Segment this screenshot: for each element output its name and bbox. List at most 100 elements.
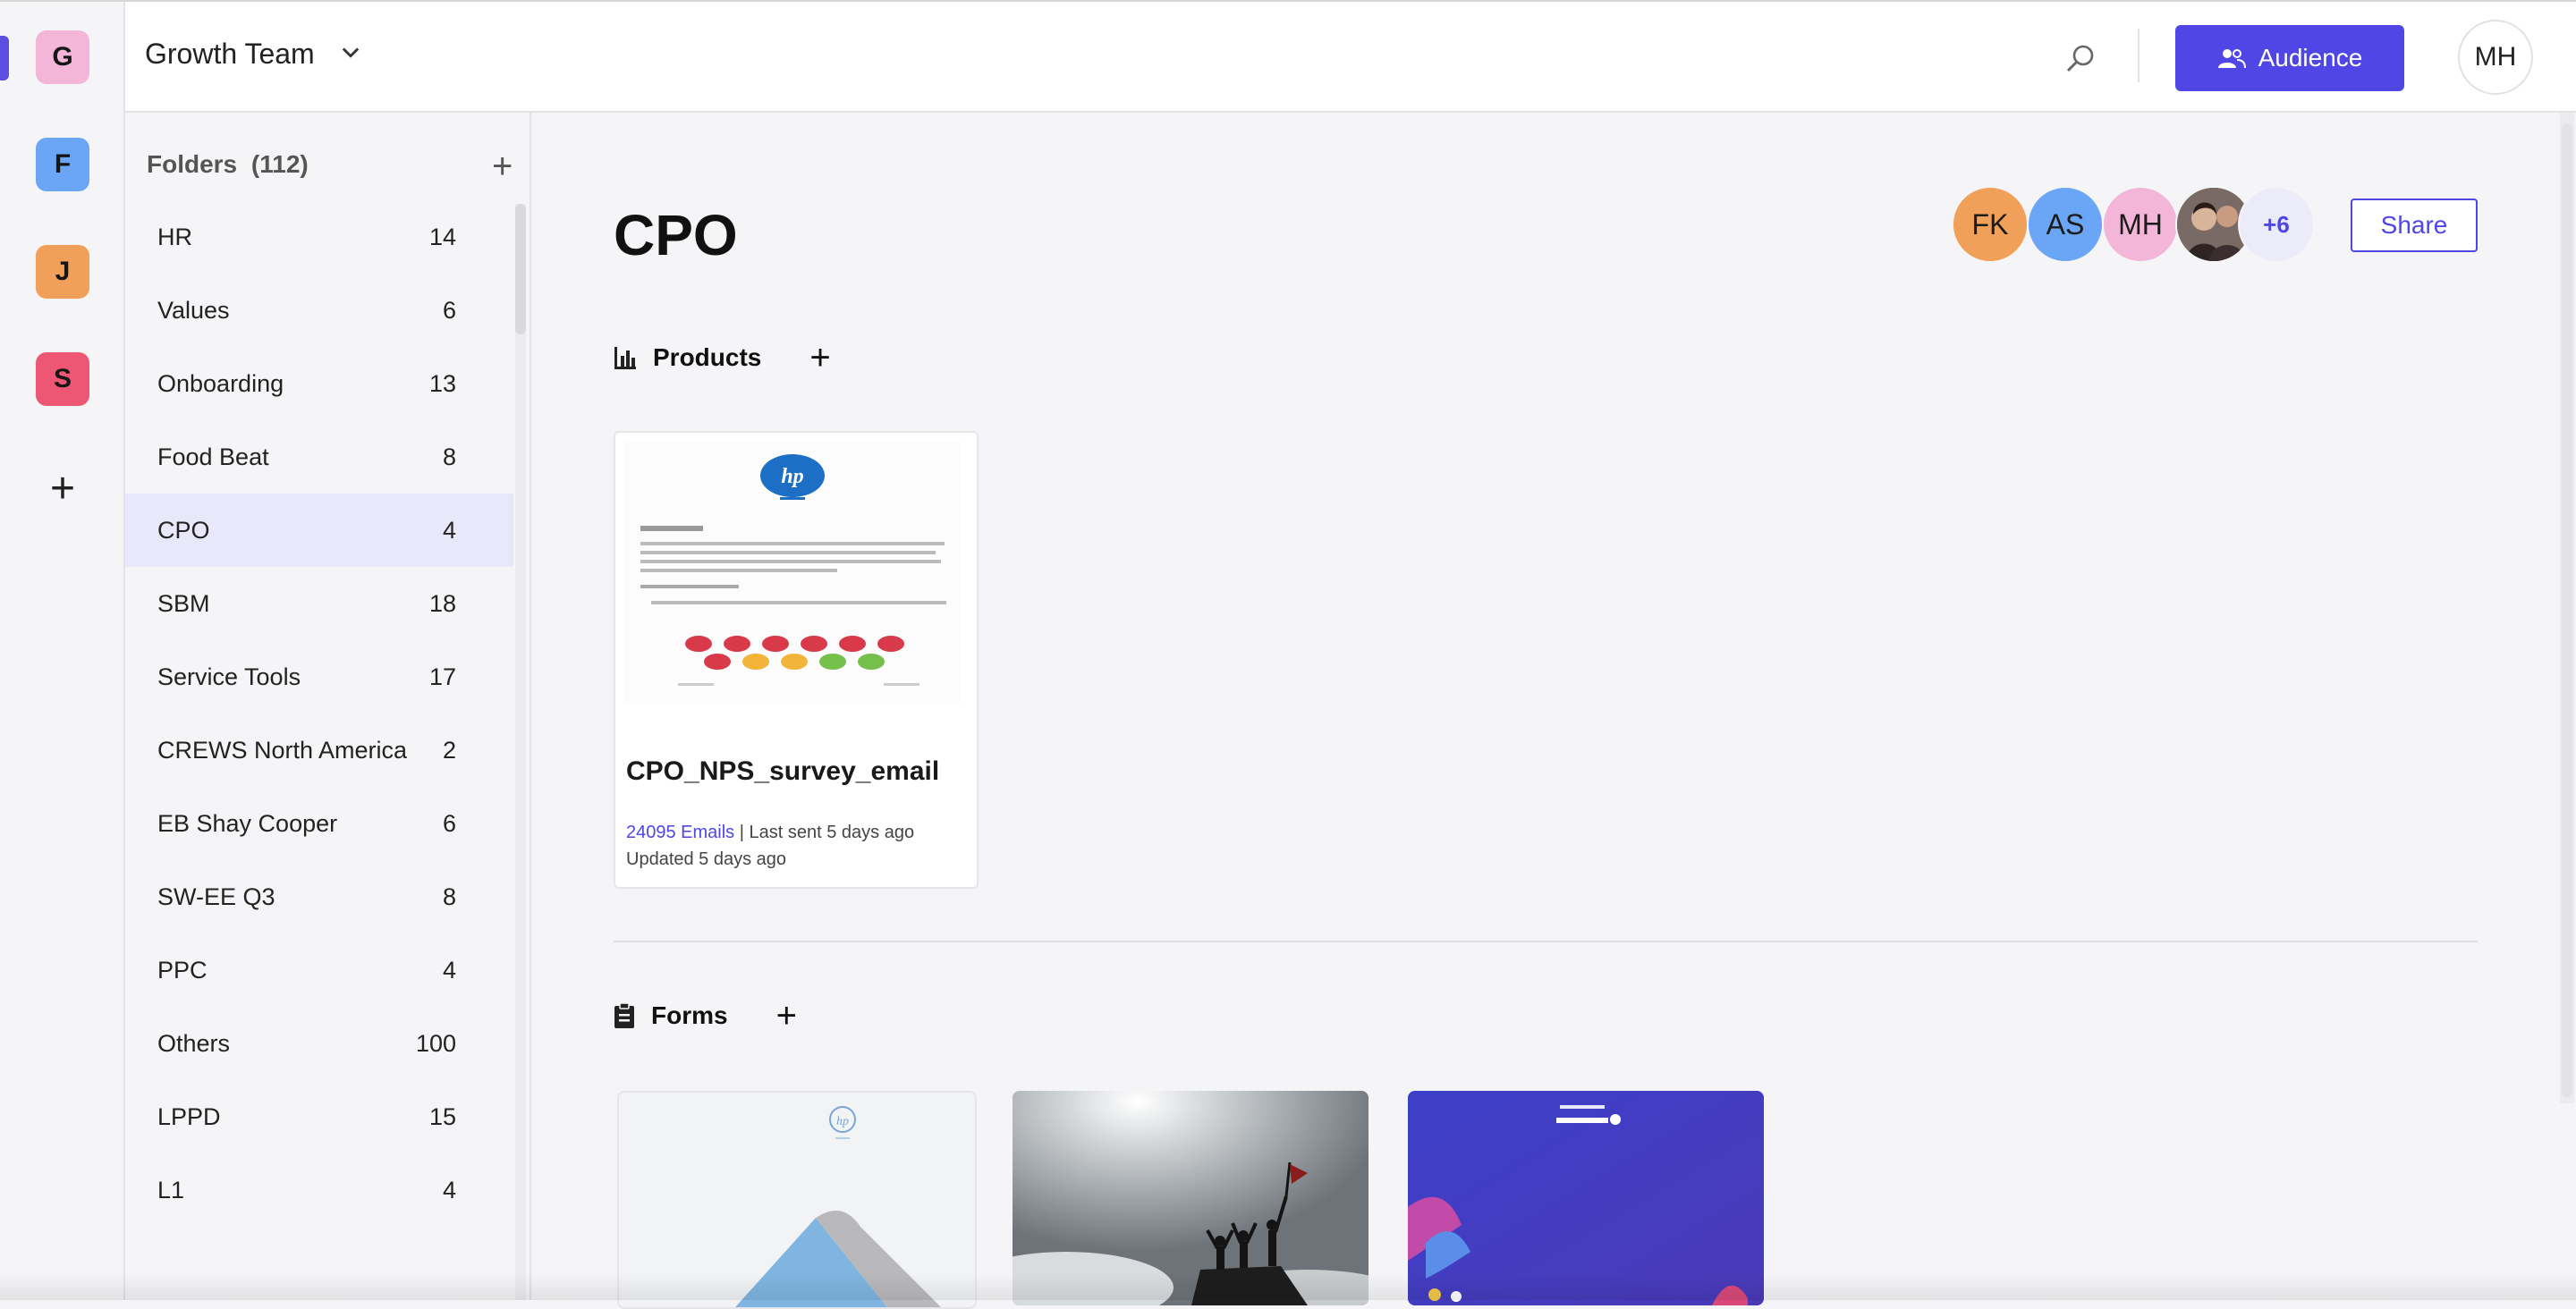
add-folder-button[interactable]: + — [492, 148, 513, 184]
add-product-button[interactable]: + — [809, 340, 830, 376]
folder-count: 4 — [442, 1177, 456, 1203]
collaborator-initials: FK — [1971, 207, 2009, 241]
audience-button[interactable]: Audience — [2175, 25, 2404, 91]
folder-item-service-tools[interactable]: Service Tools 17 — [125, 640, 513, 714]
product-card-meta: 24095 Emails | Last sent 5 days ago Upda… — [626, 819, 914, 873]
folder-name: Others — [157, 1029, 231, 1057]
collaborator-avatar[interactable]: MH — [2102, 186, 2179, 263]
forms-label: Forms — [651, 1001, 728, 1029]
email-preview-image: hp — [624, 442, 961, 705]
folder-count: 15 — [428, 1103, 456, 1130]
folder-name: CPO — [157, 516, 210, 544]
workspace-letter: S — [53, 364, 72, 393]
clipboard-icon — [614, 1002, 634, 1028]
folder-count: 4 — [442, 517, 456, 544]
audience-label: Audience — [2258, 44, 2363, 72]
section-divider — [614, 941, 2478, 942]
topbar-divider — [2138, 29, 2140, 82]
page-title: CPO — [614, 203, 738, 267]
folder-name: HR — [157, 223, 192, 250]
folder-name: Service Tools — [157, 663, 301, 690]
folder-item-ppc[interactable]: PPC 4 — [125, 933, 513, 1007]
folder-name: L1 — [157, 1176, 185, 1203]
folder-count: 17 — [428, 663, 456, 690]
product-card[interactable]: hp CPO_NPS_survey_email 24095 Emails | L… — [614, 431, 979, 889]
folder-count: 8 — [442, 883, 456, 910]
folder-count: 6 — [442, 297, 456, 324]
folder-count: 6 — [442, 810, 456, 837]
search-icon[interactable] — [2063, 41, 2098, 77]
forms-section-header: Forms + — [614, 998, 797, 1034]
collaborator-avatar[interactable]: FK — [1952, 186, 2029, 263]
folder-item-values[interactable]: Values 6 — [125, 274, 513, 347]
share-label: Share — [2380, 211, 2448, 239]
collaborator-initials: AS — [2046, 207, 2085, 241]
folder-item-others[interactable]: Others 100 — [125, 1007, 513, 1080]
products-label: Products — [653, 343, 762, 371]
folder-item-lppd[interactable]: LPPD 15 — [125, 1080, 513, 1153]
folder-name: Onboarding — [157, 369, 284, 397]
folder-count: 8 — [442, 443, 456, 470]
users-icon — [2217, 49, 2246, 69]
more-collaborators-badge[interactable]: +6 — [2238, 186, 2315, 263]
folder-scrollbar[interactable] — [515, 204, 526, 1300]
collaborator-avatar[interactable]: AS — [2027, 186, 2104, 263]
workspace-rail: G F J S + — [0, 2, 125, 1300]
workspace-letter: J — [55, 257, 71, 286]
folder-item-crews-north-america[interactable]: CREWS North America 2 — [125, 714, 513, 787]
workspace-letter: F — [54, 149, 72, 179]
folder-name: EB Shay Cooper — [157, 809, 338, 837]
last-sent-text: | Last sent 5 days ago — [734, 823, 915, 842]
folders-panel: Folders (112) + HR 14 Values 6 Onboarding 1… — [125, 113, 531, 1300]
folder-item-l1[interactable]: L1 4 — [125, 1153, 513, 1227]
add-workspace-button[interactable]: + — [36, 461, 89, 515]
updated-text: Updated 5 days ago — [626, 849, 787, 869]
folder-scrollbar-thumb[interactable] — [515, 204, 526, 334]
folder-count: 18 — [428, 590, 456, 617]
workspace-s[interactable]: S — [36, 352, 89, 406]
folder-name: Food Beat — [157, 443, 269, 470]
folder-name: LPPD — [157, 1102, 221, 1130]
products-section-header: Products + — [614, 340, 831, 376]
email-count-link[interactable]: 24095 Emails — [626, 823, 734, 842]
top-bar: Growth Team Audience MH — [125, 2, 2576, 113]
user-avatar[interactable]: MH — [2458, 20, 2533, 95]
folder-item-eb-shay-cooper[interactable]: EB Shay Cooper 6 — [125, 787, 513, 860]
bar-chart-icon — [614, 347, 636, 369]
folder-item-hr[interactable]: HR 14 — [125, 200, 513, 274]
main-content: CPO FK AS MH +6 Share Products + hp CPO_… — [531, 113, 2576, 1309]
folder-item-sbm[interactable]: SBM 18 — [125, 567, 513, 640]
more-collaborators-count: +6 — [2263, 210, 2290, 238]
folder-count: 14 — [428, 224, 456, 250]
folder-item-onboarding[interactable]: Onboarding 13 — [125, 347, 513, 420]
folder-count: 100 — [415, 1030, 456, 1057]
folder-item-food-beat[interactable]: Food Beat 8 — [125, 420, 513, 494]
folder-name: Values — [157, 296, 230, 324]
main-scrollbar-thumb[interactable] — [2562, 123, 2572, 1098]
workspace-letter: G — [52, 42, 73, 72]
folder-item-sw-ee-q3[interactable]: SW-EE Q3 8 — [125, 860, 513, 933]
folder-list: HR 14 Values 6 Onboarding 13 Food Beat 8 CPO… — [125, 200, 513, 1227]
svg-text:hp: hp — [781, 465, 803, 488]
workspace-j[interactable]: J — [36, 245, 89, 299]
folders-title: Folders — [147, 150, 238, 178]
folder-name: PPC — [157, 956, 208, 984]
folders-count: (112) — [250, 150, 309, 178]
share-button[interactable]: Share — [2351, 198, 2478, 252]
team-name[interactable]: Growth Team — [145, 38, 315, 71]
folder-name: SBM — [157, 589, 210, 617]
product-card-title: CPO_NPS_survey_email — [626, 756, 940, 786]
email-thumbnail: hp — [624, 442, 961, 705]
workspace-g[interactable]: G — [36, 30, 89, 84]
folder-count: 4 — [442, 957, 456, 984]
folder-count: 2 — [442, 737, 456, 764]
add-form-button[interactable]: + — [776, 998, 797, 1034]
active-workspace-indicator — [0, 36, 9, 80]
workspace-f[interactable]: F — [36, 138, 89, 191]
main-scrollbar[interactable] — [2560, 113, 2574, 1103]
chevron-down-icon[interactable] — [338, 39, 363, 64]
svg-text:hp: hp — [836, 1115, 849, 1128]
folder-item-cpo[interactable]: CPO 4 — [125, 494, 513, 567]
folder-name: SW-EE Q3 — [157, 883, 275, 910]
folder-count: 13 — [428, 370, 456, 397]
